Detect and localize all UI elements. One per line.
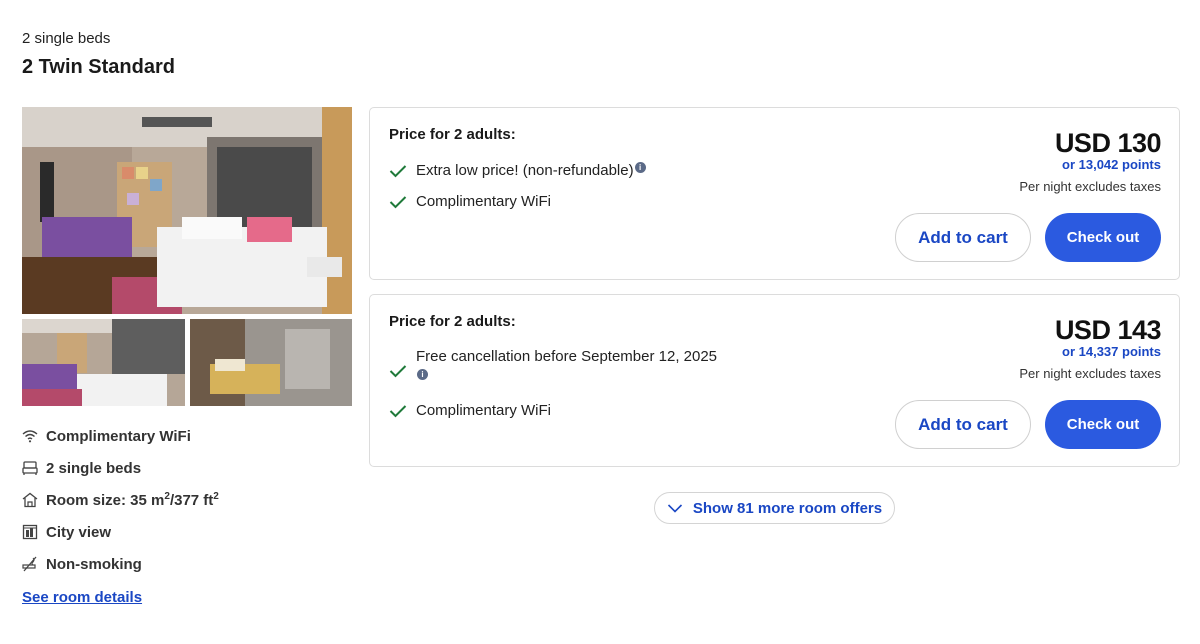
offer-heading: Price for 2 adults: <box>389 126 516 143</box>
room-bed-summary: 2 single beds <box>22 30 111 47</box>
offer-points: or 13,042 points <box>1062 157 1161 172</box>
offer-heading: Price for 2 adults: <box>389 313 516 330</box>
offer-feature-label: Free cancellation before September 12, 2… <box>416 348 718 365</box>
offer-feature-label: Extra low price! (non-refundable) <box>416 162 634 179</box>
room-title: 2 Twin Standard <box>22 56 175 78</box>
offer-feature-label: Complimentary WiFi <box>416 402 552 419</box>
offer-price: USD 130 <box>1054 128 1162 158</box>
amenity-wifi-label: Complimentary WiFi <box>46 427 191 445</box>
room-offer-card: Price for 2 adults: Free cancellation be… <box>369 294 1180 467</box>
offer-price-note: Per night excludes taxes <box>1019 366 1161 381</box>
offer-feature-label: Complimentary WiFi <box>416 193 552 210</box>
wifi-icon <box>22 428 38 444</box>
room-photo-main[interactable] <box>22 107 352 314</box>
check-icon <box>389 365 407 378</box>
bed-icon <box>22 460 38 476</box>
offer-feature: Extra low price! (non-refundable) i <box>389 162 646 179</box>
amenity-smoking-label: Non-smoking <box>46 555 142 573</box>
room-offer-card: Price for 2 adults: Extra low price! (no… <box>369 107 1180 280</box>
check-icon <box>389 405 407 418</box>
offer-price: USD 143 <box>1054 315 1162 345</box>
room-photo-thumbnail-1[interactable] <box>22 319 185 406</box>
room-size-icon <box>22 492 38 508</box>
check-icon <box>389 196 407 209</box>
checkout-button[interactable]: Check out <box>1045 400 1161 449</box>
see-room-details-link[interactable]: See room details <box>22 589 142 606</box>
amenity-beds-label: 2 single beds <box>46 459 142 477</box>
offer-feature: Free cancellation before September 12, 2… <box>389 348 717 383</box>
amenity-view-label: City view <box>46 523 112 541</box>
amenity-room-size-label: Room size: 35 m2/377 ft2 <box>46 491 219 509</box>
info-icon[interactable]: i <box>634 162 646 173</box>
room-photo-thumbnail-2[interactable] <box>190 319 352 406</box>
non-smoking-icon <box>22 556 38 572</box>
offer-price-note: Per night excludes taxes <box>1019 179 1161 194</box>
chevron-down-icon <box>667 504 682 513</box>
checkout-button[interactable]: Check out <box>1045 213 1161 262</box>
amenity-room-size: Room size: 35 m2/377 ft2 <box>22 484 352 516</box>
show-more-offers-button[interactable]: Show 81 more room offers <box>654 492 895 524</box>
offer-feature: Complimentary WiFi <box>389 402 551 419</box>
city-view-icon <box>22 524 38 540</box>
room-amenities: Complimentary WiFi 2 single beds Room si… <box>22 420 352 580</box>
add-to-cart-button[interactable]: Add to cart <box>895 400 1031 449</box>
offer-feature: Complimentary WiFi <box>389 193 551 210</box>
info-icon[interactable]: i <box>417 369 428 380</box>
amenity-wifi: Complimentary WiFi <box>22 420 352 452</box>
offer-points: or 14,337 points <box>1062 344 1161 359</box>
check-icon <box>389 165 407 178</box>
add-to-cart-button[interactable]: Add to cart <box>895 213 1031 262</box>
amenity-view: City view <box>22 516 352 548</box>
show-more-label: Show 81 more room offers <box>692 499 883 517</box>
amenity-beds: 2 single beds <box>22 452 352 484</box>
amenity-smoking: Non-smoking <box>22 548 352 580</box>
